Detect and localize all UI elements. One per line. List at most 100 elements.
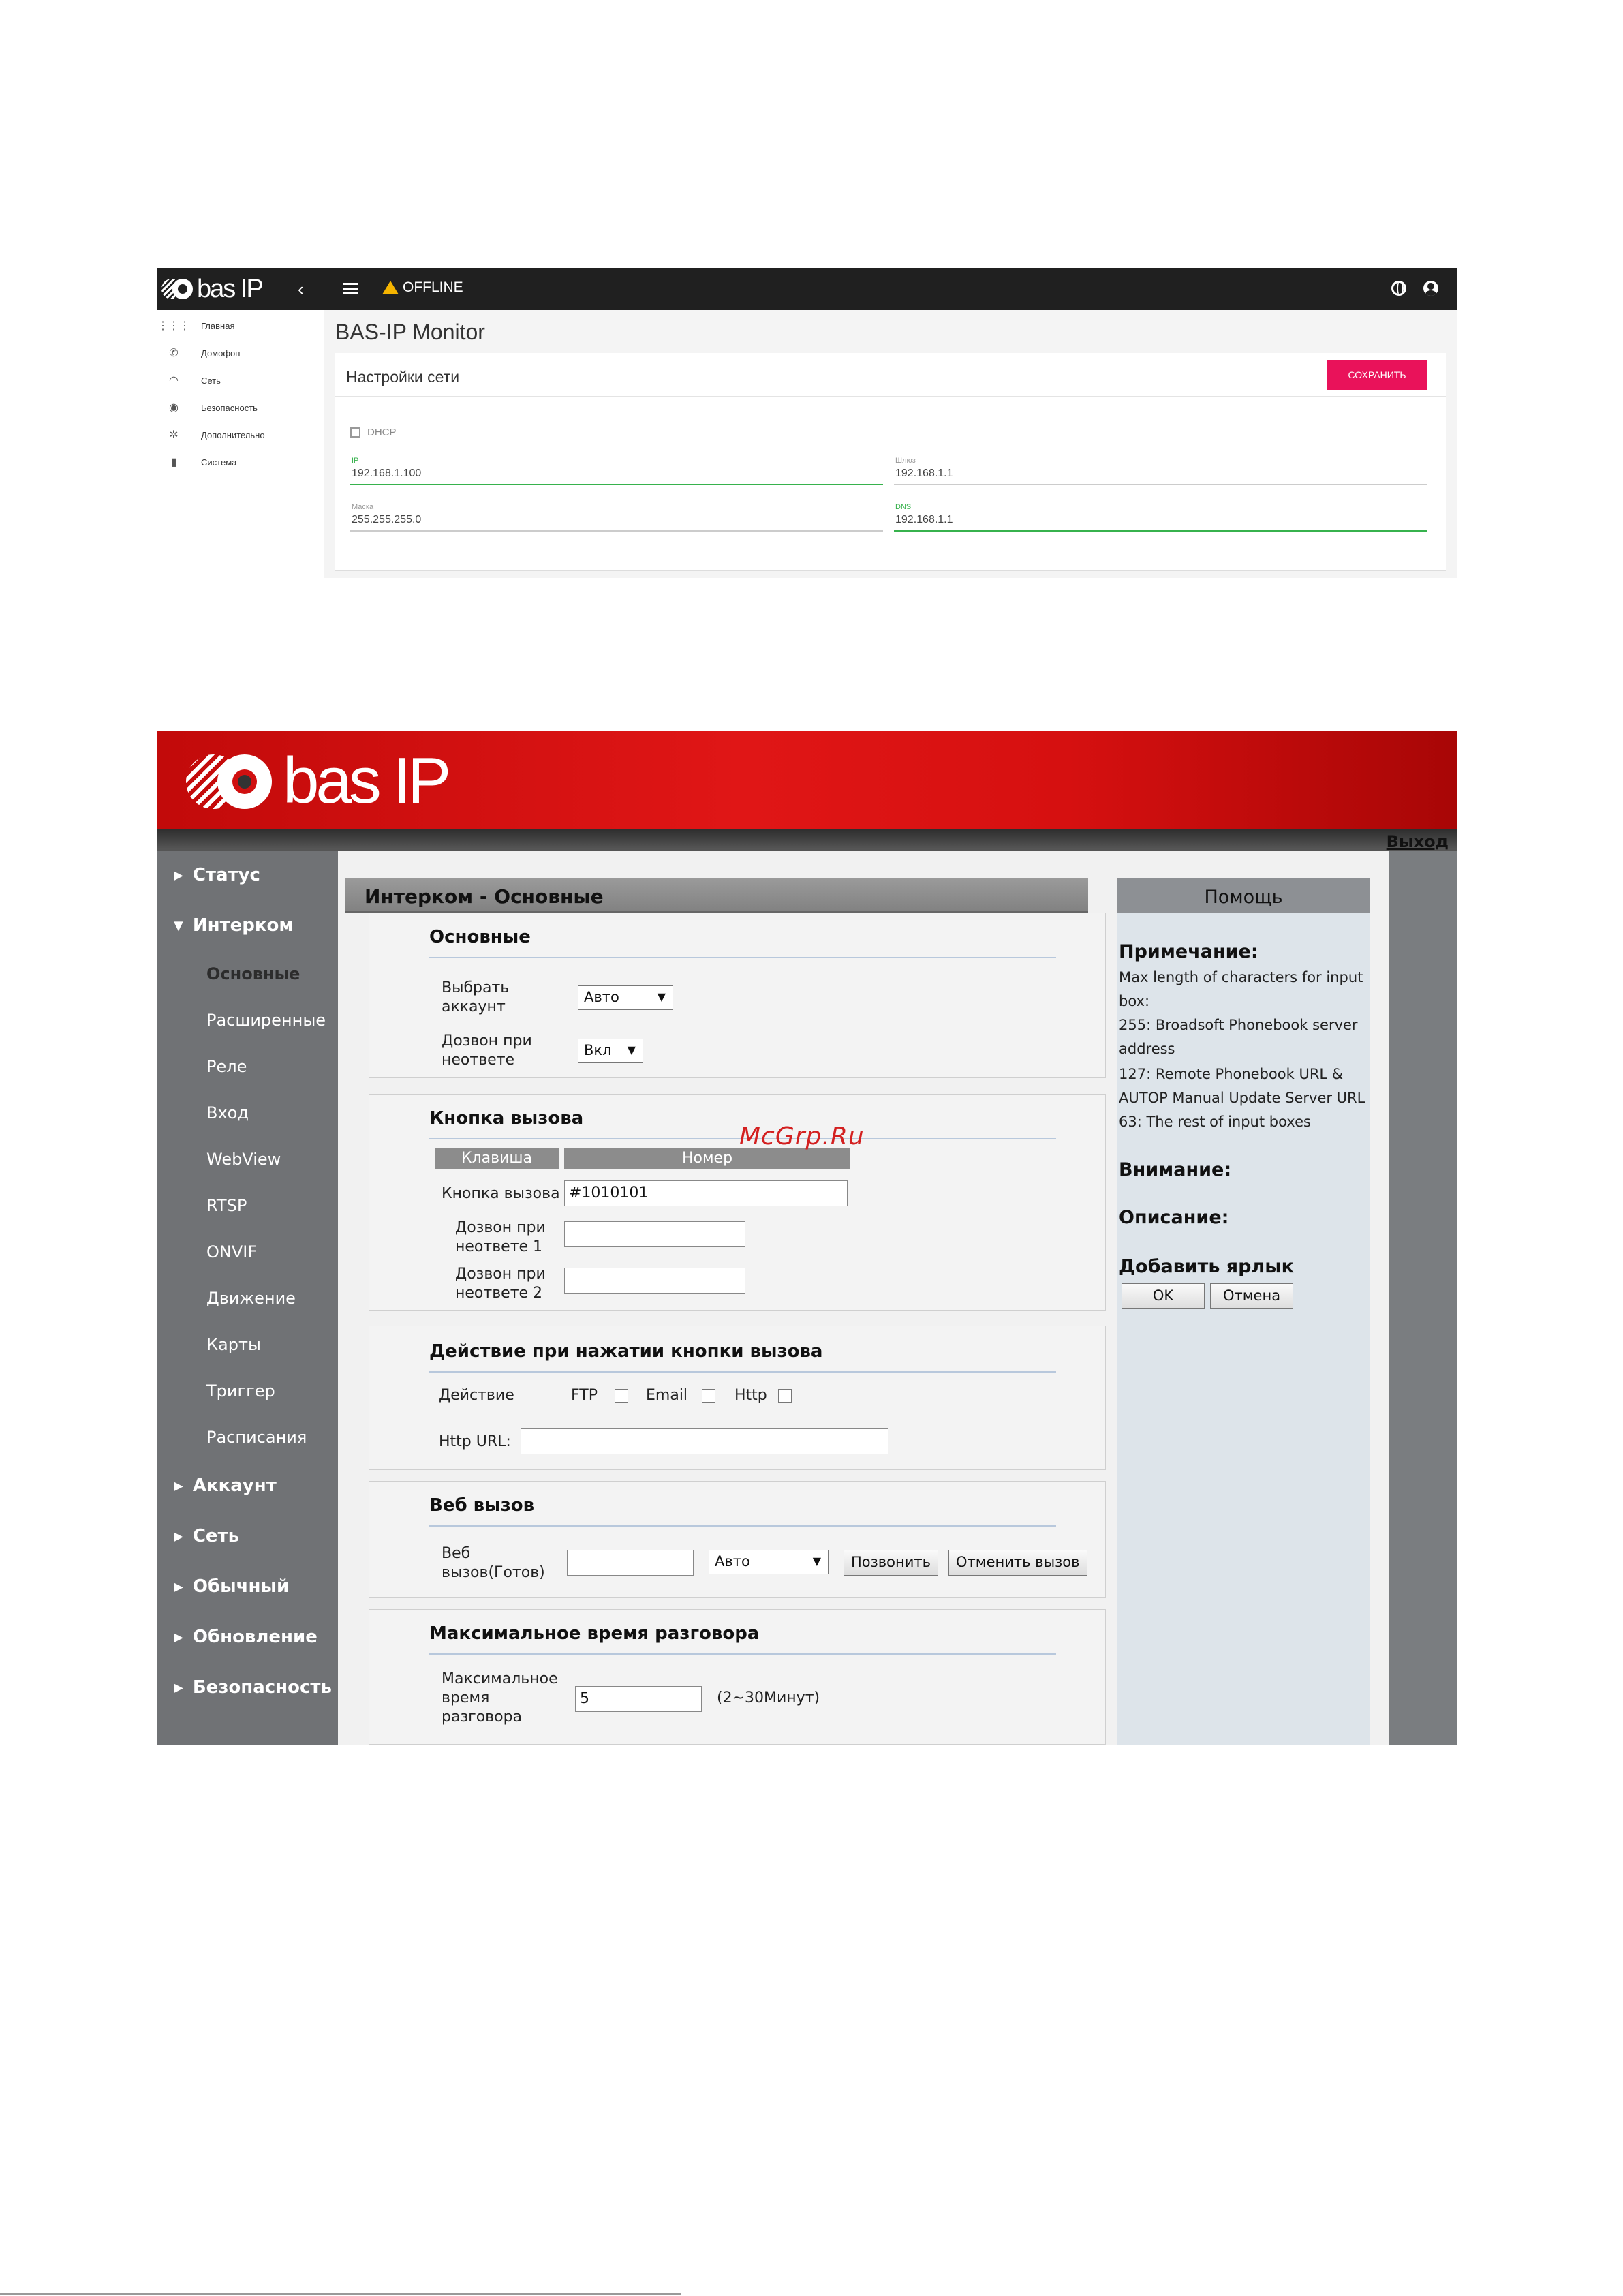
dns-label: DNS: [895, 503, 912, 511]
main-area: BAS-IP Monitor Настройки сети СОХРАНИТЬ …: [324, 310, 1457, 578]
dropdown-arrow-icon: ▼: [812, 1555, 821, 1567]
nav-item-relay[interactable]: Реле: [206, 1057, 247, 1076]
autoanswer2-input[interactable]: [564, 1268, 745, 1294]
mask-field[interactable]: Маска 255.255.255.0: [350, 503, 883, 537]
section-max-talk-time: Максимальное время разговора Максимально…: [369, 1609, 1106, 1745]
nav-item-motion[interactable]: Движение: [206, 1289, 296, 1308]
sidebar-item-network[interactable]: ◠ Сеть: [167, 370, 221, 391]
logout-link[interactable]: Выход: [1387, 832, 1449, 851]
bas-ip-logo: bas IP: [161, 276, 264, 302]
email-label: Email: [646, 1387, 688, 1404]
hamburger-menu-icon[interactable]: [343, 280, 358, 298]
sidebar: ⋮⋮⋮ Главная ✆ Домофон ◠ Сеть ◉ Безопасно…: [157, 310, 324, 578]
triangle-right-icon: ▶: [174, 1629, 183, 1644]
checkbox-box[interactable]: [350, 427, 360, 438]
bas-ip-logo: bas IP: [186, 748, 451, 814]
section-web-call: Веб вызов Веб вызов(Готов) Авто ▼ Позвони…: [369, 1481, 1106, 1598]
offline-label: OFFLINE: [403, 279, 463, 295]
account-select[interactable]: Авто ▼: [578, 985, 673, 1010]
dns-field[interactable]: DNS 192.168.1.1: [894, 503, 1427, 537]
ip-value[interactable]: 192.168.1.100: [352, 468, 421, 480]
nav-item-advanced[interactable]: Расширенные: [206, 1011, 326, 1030]
note-line-1: Max length of characters for input box:: [1119, 969, 1363, 1009]
nav-item-cards[interactable]: Карты: [206, 1335, 261, 1354]
ok-button[interactable]: OK: [1122, 1283, 1205, 1309]
ftp-label: FTP: [571, 1387, 598, 1404]
web-call-label: Веб вызов(Готов): [442, 1545, 545, 1581]
dns-value[interactable]: 192.168.1.1: [895, 514, 953, 526]
section-action: Действие при нажатии кнопки вызова Дейст…: [369, 1326, 1106, 1470]
mask-value[interactable]: 255.255.255.0: [352, 514, 421, 526]
nav-update[interactable]: ▶ Обновление: [174, 1627, 318, 1647]
max-talk-input[interactable]: 5: [575, 1686, 702, 1712]
globe-icon[interactable]: [1391, 281, 1406, 296]
autoanswer-label: Дозвон при неответе: [442, 1032, 532, 1069]
nav-item-input[interactable]: Вход: [206, 1103, 249, 1122]
monitor-screenshot: bas IP ‹ OFFLINE ⋮⋮⋮ Главная ✆ Домофон ◠…: [157, 268, 1457, 578]
page-header: Интерком - Основные: [345, 878, 1088, 913]
gear-icon: ✲: [169, 429, 179, 441]
call-button[interactable]: Позвонить: [844, 1550, 939, 1576]
http-label: Http: [735, 1387, 767, 1404]
description-title: Описание:: [1119, 1207, 1229, 1228]
call-button-label: Кнопка вызова: [442, 1185, 560, 1202]
user-icon[interactable]: [1423, 281, 1438, 296]
ftp-checkbox[interactable]: [615, 1389, 628, 1403]
autoanswer1-input[interactable]: [564, 1221, 745, 1247]
cancel-call-button[interactable]: Отменить вызов: [948, 1550, 1087, 1576]
sidebar-item-label: Система: [201, 457, 237, 468]
help-panel: Помощь Примечание: Max length of charact…: [1117, 878, 1370, 1745]
triangle-right-icon: ▶: [174, 868, 183, 883]
watermark: McGrp.Ru: [739, 1122, 865, 1150]
gateway-label: Шлюз: [895, 457, 916, 465]
nav-item-onvif[interactable]: ONVIF: [206, 1242, 257, 1261]
nav-item-trigger[interactable]: Триггер: [206, 1381, 275, 1400]
gateway-field[interactable]: Шлюз 192.168.1.1: [894, 457, 1427, 491]
autoanswer-select[interactable]: Вкл ▼: [578, 1039, 643, 1063]
sidebar-item-home[interactable]: ⋮⋮⋮ Главная: [157, 316, 234, 336]
help-header: Помощь: [1117, 878, 1370, 913]
page-footer-rule: [0, 2293, 681, 2295]
nav-network[interactable]: ▶ Сеть: [174, 1526, 239, 1546]
mask-label: Маска: [352, 503, 374, 511]
nav-general[interactable]: ▶ Обычный: [174, 1576, 289, 1597]
section-basic: Основные Выбрать аккаунт Авто ▼ Дозвон пр…: [369, 913, 1106, 1078]
save-button[interactable]: СОХРАНИТЬ: [1327, 360, 1427, 390]
gateway-value[interactable]: 192.168.1.1: [895, 468, 953, 480]
help-title: Помощь: [1204, 887, 1283, 908]
section-title: Максимальное время разговора: [429, 1623, 760, 1644]
left-nav: ▶ Статус ▼ Интерком Основные Расширенные Р…: [157, 851, 338, 1745]
dhcp-checkbox[interactable]: DHCP: [350, 427, 397, 438]
nav-account[interactable]: ▶ Аккаунт: [174, 1475, 277, 1496]
web-call-account-select[interactable]: Авто ▼: [709, 1550, 829, 1574]
cancel-button[interactable]: Отмена: [1210, 1283, 1293, 1309]
note-title: Примечание:: [1119, 941, 1258, 962]
call-button-number-input[interactable]: #1010101: [564, 1180, 848, 1206]
sidebar-item-system[interactable]: ▮ Система: [167, 452, 237, 472]
http-url-input[interactable]: [521, 1428, 888, 1454]
chevron-left-icon[interactable]: ‹: [298, 279, 304, 299]
divider: [335, 396, 1446, 397]
column-header-key: Клавиша: [435, 1148, 559, 1169]
sidebar-item-security[interactable]: ◉ Безопасность: [167, 397, 258, 418]
sidebar-item-intercom[interactable]: ✆ Домофон: [167, 343, 240, 363]
nav-item-rtsp[interactable]: RTSP: [206, 1196, 247, 1215]
top-bar: bas IP ‹ OFFLINE: [157, 268, 1457, 310]
ip-field[interactable]: IP 192.168.1.100: [350, 457, 883, 491]
email-checkbox[interactable]: [702, 1389, 715, 1403]
nav-item-schedules[interactable]: Расписания: [206, 1428, 307, 1447]
account-label: Выбрать аккаунт: [442, 979, 510, 1015]
section-call-button: Кнопка вызова Клавиша Номер Кнопка вызов…: [369, 1094, 1106, 1311]
system-icon: ▮: [170, 457, 177, 468]
web-call-input[interactable]: [567, 1550, 694, 1576]
nav-intercom[interactable]: ▼ Интерком: [174, 915, 294, 936]
sidebar-item-advanced[interactable]: ✲ Дополнительно: [167, 425, 264, 445]
nav-item-webview[interactable]: WebView: [206, 1150, 281, 1169]
dhcp-label: DHCP: [367, 427, 397, 438]
nav-security[interactable]: ▶ Безопасность: [174, 1677, 332, 1698]
nav-item-basic[interactable]: Основные: [206, 964, 300, 983]
http-url-label: Http URL:: [439, 1433, 511, 1450]
http-checkbox[interactable]: [778, 1389, 792, 1403]
triangle-down-icon: ▼: [174, 918, 183, 933]
nav-status[interactable]: ▶ Статус: [174, 865, 260, 885]
